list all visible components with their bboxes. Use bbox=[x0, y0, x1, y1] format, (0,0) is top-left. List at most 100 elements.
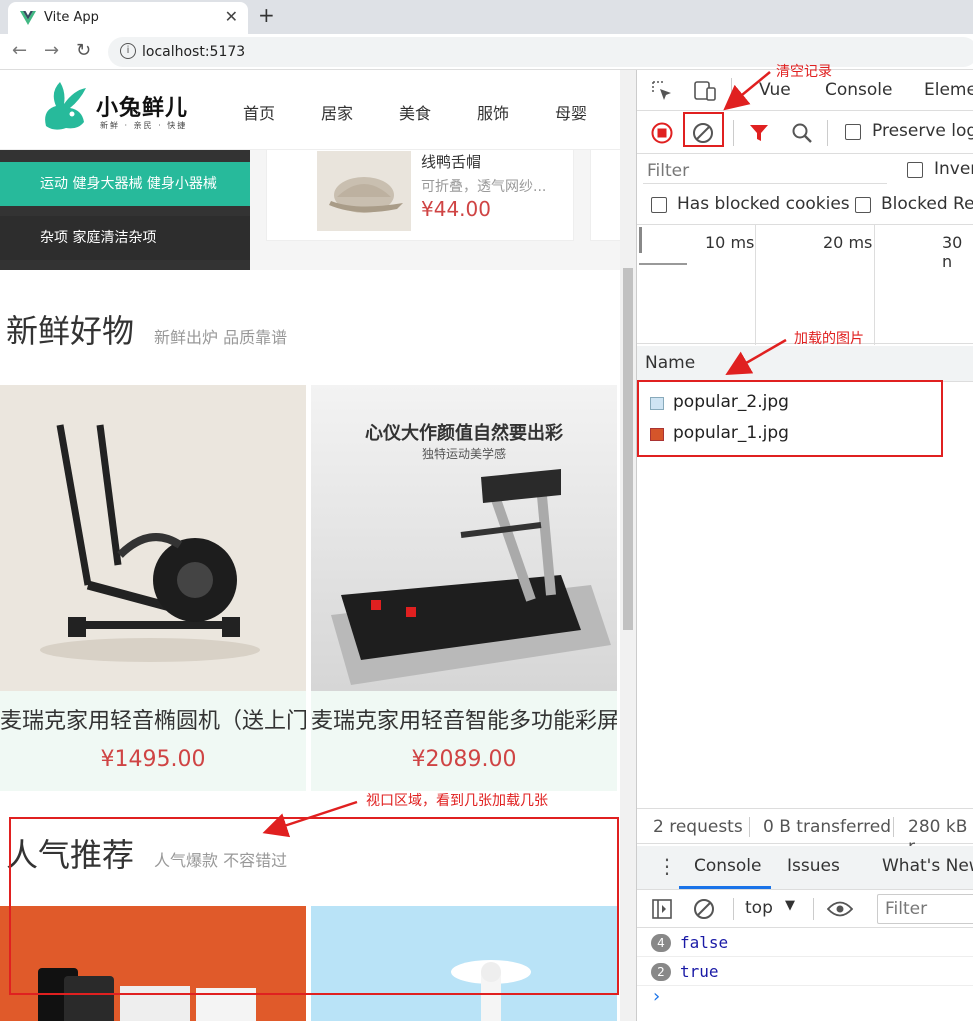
divider bbox=[813, 898, 814, 920]
popular-goods-price: ¥44.00 bbox=[421, 197, 491, 221]
record-icon[interactable] bbox=[651, 122, 673, 144]
goods-item[interactable]: 麦瑞克家用轻音椭圆机（送上门安装） ¥1495.00 bbox=[0, 385, 306, 791]
repeat-count-badge: 4 bbox=[651, 934, 671, 952]
url-text: localhost:5173 bbox=[142, 44, 246, 60]
search-icon[interactable] bbox=[791, 122, 813, 144]
console-message[interactable]: 4 false bbox=[637, 928, 973, 957]
popular-goods-name: 线鸭舌帽 bbox=[421, 153, 482, 171]
nav-home[interactable]: 首页 bbox=[243, 100, 275, 124]
goods-name: 麦瑞克家用轻音智能多功能彩屏跑步机 bbox=[311, 709, 617, 734]
category-item-sport[interactable]: 运动 健身大器械 健身小器械 bbox=[0, 162, 250, 206]
logo-subtitle: 新鲜 · 亲民 · 快捷 bbox=[100, 121, 188, 130]
page-scrollbar[interactable] bbox=[620, 70, 636, 1021]
treadmill-image: 心仪大作颜值自然要出彩 独特运动美学感 bbox=[311, 385, 617, 691]
tab-title: Vite App bbox=[44, 10, 99, 25]
browser-tab-bar: Vite App ✕ + bbox=[0, 0, 973, 34]
console-prompt-icon[interactable]: › bbox=[653, 986, 660, 1007]
inspect-element-icon[interactable] bbox=[651, 80, 673, 102]
console-filter-placeholder: Filter bbox=[885, 899, 928, 919]
live-expression-eye-icon[interactable] bbox=[827, 900, 853, 918]
clear-console-icon[interactable] bbox=[693, 898, 715, 920]
viewport-highlight-box bbox=[9, 817, 619, 995]
back-icon[interactable]: ← bbox=[12, 40, 27, 61]
category-menu: 运动 健身大器械 健身小器械 杂项 家庭清洁杂项 bbox=[0, 150, 250, 270]
cap-image bbox=[317, 151, 411, 231]
name-column-header[interactable]: Name bbox=[637, 346, 973, 382]
annotation-viewport-note: 视口区域，看到几张加载几张 bbox=[366, 793, 548, 809]
forward-icon[interactable]: → bbox=[44, 40, 59, 61]
invert-checkbox[interactable] bbox=[907, 162, 923, 178]
nav-baby[interactable]: 母婴 bbox=[555, 100, 587, 124]
preserve-log-checkbox[interactable] bbox=[845, 124, 861, 140]
drawer-tab-whats-new[interactable]: What's New bbox=[882, 856, 973, 876]
fresh-section-subtitle: 新鲜出炉 品质靠谱 bbox=[154, 328, 288, 347]
goods-name: 麦瑞克家用轻音椭圆机（送上门安装） bbox=[0, 709, 306, 734]
console-toolbar: top ▼ Filter bbox=[637, 890, 973, 928]
nav-food[interactable]: 美食 bbox=[399, 100, 431, 124]
has-blocked-cookies-label: Has blocked cookies bbox=[677, 194, 850, 214]
fresh-section-title: 新鲜好物 bbox=[6, 312, 135, 350]
drawer-tab-console[interactable]: Console bbox=[694, 856, 762, 876]
logo[interactable]: 小兔鲜儿 新鲜 · 亲民 · 快捷 bbox=[40, 76, 210, 134]
console-value: true bbox=[680, 962, 719, 981]
timeline-gridline bbox=[755, 225, 756, 345]
transferred-size: 0 B transferred bbox=[763, 817, 891, 837]
dropdown-arrow-icon[interactable]: ▼ bbox=[785, 898, 795, 913]
divider bbox=[893, 817, 894, 837]
sidebar-toggle-icon[interactable] bbox=[651, 898, 673, 920]
logo-text: 小兔鲜儿 bbox=[96, 96, 189, 121]
network-status-bar: 2 requests 0 B transferred 280 kB r bbox=[637, 808, 973, 857]
close-tab-icon[interactable]: ✕ bbox=[225, 7, 238, 26]
divider bbox=[749, 817, 750, 837]
browser-tab[interactable]: Vite App ✕ bbox=[8, 2, 248, 34]
tab-console[interactable]: Console bbox=[825, 80, 893, 100]
tab-elements[interactable]: Elemen bbox=[924, 80, 973, 100]
vue-favicon-icon bbox=[20, 11, 36, 25]
scrollbar-thumb[interactable] bbox=[623, 268, 633, 630]
invert-label: Inver bbox=[934, 159, 973, 179]
tab-vue[interactable]: Vue bbox=[759, 80, 791, 100]
console-filter-input[interactable]: Filter bbox=[877, 894, 973, 924]
popular-goods-card[interactable]: 线鸭舌帽 可折叠，透气网纱... ¥44.00 bbox=[266, 140, 574, 241]
site-info-icon[interactable]: i bbox=[120, 43, 136, 59]
goods-price: ¥2089.00 bbox=[411, 747, 517, 772]
reload-icon[interactable]: ↻ bbox=[76, 40, 91, 61]
timeline-gridline bbox=[874, 225, 875, 345]
timeline-label: 20 ms bbox=[823, 233, 873, 252]
url-input[interactable]: i localhost:5173 bbox=[108, 37, 973, 67]
goods-item[interactable]: 心仪大作颜值自然要出彩 独特运动美学感 麦瑞克家用轻音智能多功能彩屏跑步机 ¥2… bbox=[311, 385, 617, 791]
drawer-tab-issues[interactable]: Issues bbox=[787, 856, 840, 876]
drawer-tabbar: ⋮ Console Issues What's New bbox=[637, 846, 973, 890]
nav-clothing[interactable]: 服饰 bbox=[477, 100, 509, 124]
timeline-label: 30 n bbox=[942, 233, 963, 271]
context-selector[interactable]: top bbox=[745, 898, 773, 918]
device-toolbar-icon[interactable] bbox=[693, 80, 717, 102]
filter-placeholder: Filter bbox=[647, 161, 690, 181]
site-header: 小兔鲜儿 新鲜 · 亲民 · 快捷 首页 居家 美食 服饰 母婴 bbox=[0, 70, 620, 150]
divider bbox=[733, 898, 734, 920]
console-message[interactable]: 2 true bbox=[637, 957, 973, 986]
filter-icon[interactable] bbox=[749, 123, 769, 143]
devtools-panel: Vue Console Elemen Preserve log Filter I… bbox=[636, 70, 973, 1021]
divider bbox=[731, 78, 732, 104]
name-header-label: Name bbox=[645, 353, 696, 373]
timeline-bar bbox=[639, 263, 687, 265]
network-filter-input[interactable]: Filter bbox=[643, 158, 887, 184]
has-blocked-cookies-checkbox[interactable] bbox=[651, 197, 667, 213]
nav-home-living[interactable]: 居家 bbox=[321, 100, 353, 124]
annotation-clear-log: 清空记录 bbox=[776, 64, 832, 80]
network-timeline[interactable]: 10 ms 20 ms 30 n bbox=[637, 224, 973, 345]
goods-price: ¥1495.00 bbox=[100, 747, 206, 772]
repeat-count-badge: 2 bbox=[651, 963, 671, 981]
category-item-misc[interactable]: 杂项 家庭清洁杂项 bbox=[0, 216, 250, 260]
timeline-label: 10 ms bbox=[705, 233, 755, 252]
elliptical-machine-image bbox=[0, 385, 306, 691]
blocked-requests-checkbox[interactable] bbox=[855, 197, 871, 213]
divider bbox=[733, 120, 734, 146]
active-tab-indicator bbox=[679, 886, 771, 889]
drawer-menu-icon[interactable]: ⋮ bbox=[657, 854, 677, 878]
console-value: false bbox=[680, 933, 729, 952]
request-count: 2 requests bbox=[653, 817, 743, 837]
annotation-loaded-images: 加载的图片 bbox=[794, 331, 864, 347]
new-tab-icon[interactable]: + bbox=[258, 3, 275, 27]
